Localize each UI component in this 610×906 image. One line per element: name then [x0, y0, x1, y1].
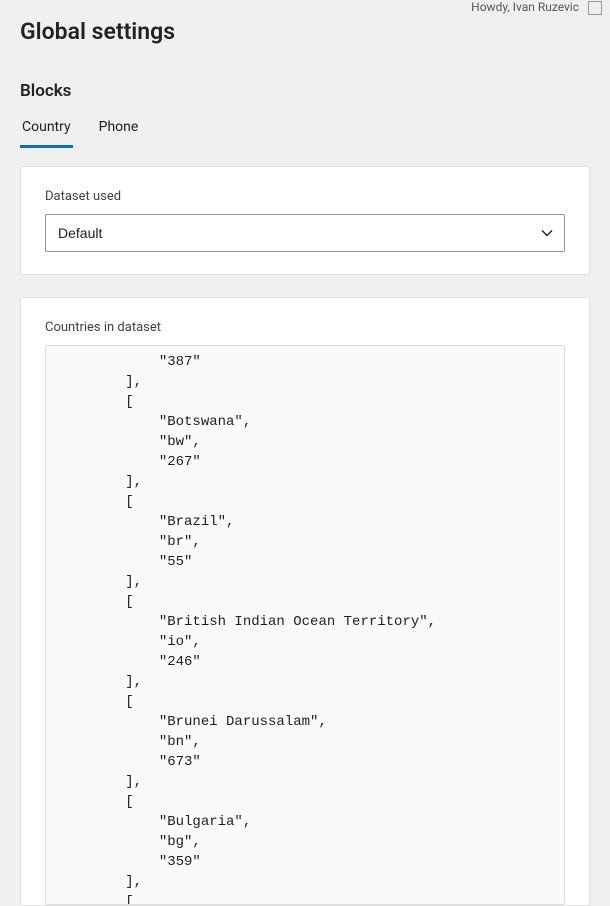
page-container: Global settings Blocks Country Phone Dat… [0, 0, 610, 906]
countries-label: Countries in dataset [45, 320, 565, 335]
page-title: Global settings [20, 18, 590, 45]
tabs: Country Phone [20, 119, 590, 148]
section-title: Blocks [20, 81, 590, 101]
dataset-select[interactable]: Default [45, 214, 565, 252]
dataset-select-value: Default [58, 225, 102, 241]
countries-card: Countries in dataset "387" ], [ "Botswan… [20, 297, 590, 906]
countries-json-output[interactable]: "387" ], [ "Botswana", "bw", "267" ], [ … [45, 345, 565, 905]
dataset-label: Dataset used [45, 189, 565, 204]
avatar[interactable] [588, 1, 602, 15]
tab-phone[interactable]: Phone [97, 119, 141, 148]
dataset-select-wrap: Default [45, 214, 565, 252]
tab-country[interactable]: Country [20, 119, 73, 148]
topbar-greeting: Howdy, Ivan Ruzevic [471, 0, 579, 14]
dataset-card: Dataset used Default [20, 166, 590, 275]
admin-topbar: Howdy, Ivan Ruzevic [463, 0, 610, 15]
